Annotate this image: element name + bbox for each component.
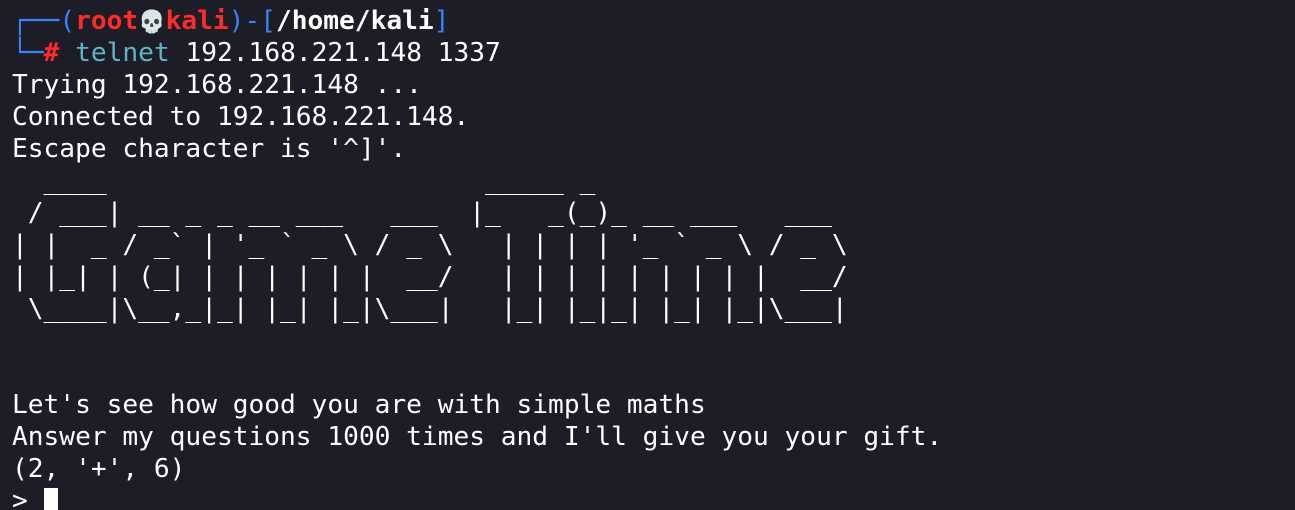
- banner-line-5: \____|\__,_|_| |_| |_|\___| |_| |_|_| |_…: [12, 294, 848, 324]
- text-cursor[interactable]: [43, 488, 58, 510]
- prompt-path: /home/kali: [275, 6, 434, 36]
- command-args: 192.168.221.148 1337: [169, 38, 501, 68]
- prompt-close-bracket: ]: [433, 6, 450, 36]
- output-connected: Connected to 192.168.221.148.: [12, 102, 470, 132]
- prompt-open-paren: (: [59, 6, 76, 36]
- prompt-corner-top: ┌──: [12, 6, 60, 36]
- banner-line-3: | | _ / _` | '_ ` _ \ / _ \ | | | | '_ `…: [12, 230, 848, 260]
- banner-line-2: / ___| __ _ _ __ ___ ___ |_ _(_)_ __ ___…: [12, 198, 832, 228]
- prompt-corner-bottom: └─: [12, 38, 44, 68]
- input-line[interactable]: >: [12, 485, 1295, 510]
- output-trying: Trying 192.168.221.148 ...: [12, 70, 422, 100]
- banner-line-4: | |_| | (_| | | | | | | __/ | | | | | | …: [12, 262, 848, 292]
- skull-icon: 💀: [138, 10, 166, 35]
- prompt-hash: #: [43, 38, 60, 68]
- banner-line-1: ____ _____ _: [12, 166, 596, 196]
- prompt-line-top: ┌──(root💀kali)-[/home/kali]: [12, 5, 1295, 37]
- terminal-window[interactable]: ┌──(root💀kali)-[/home/kali] └─# telnet 1…: [0, 0, 1295, 510]
- game-question: (2, '+', 6): [12, 454, 186, 484]
- prompt-close-paren: )-[: [228, 6, 276, 36]
- output-escape: Escape character is '^]'.: [12, 134, 407, 164]
- game-intro: Let's see how good you are with simple m…: [12, 390, 706, 420]
- prompt-host: kali: [165, 6, 229, 36]
- prompt-line-command: └─# telnet 192.168.221.148 1337: [12, 37, 1295, 69]
- input-prompt: >: [12, 486, 44, 510]
- command-name: telnet: [75, 38, 170, 68]
- game-instructions: Answer my questions 1000 times and I'll …: [12, 422, 943, 452]
- prompt-user: root: [75, 6, 139, 36]
